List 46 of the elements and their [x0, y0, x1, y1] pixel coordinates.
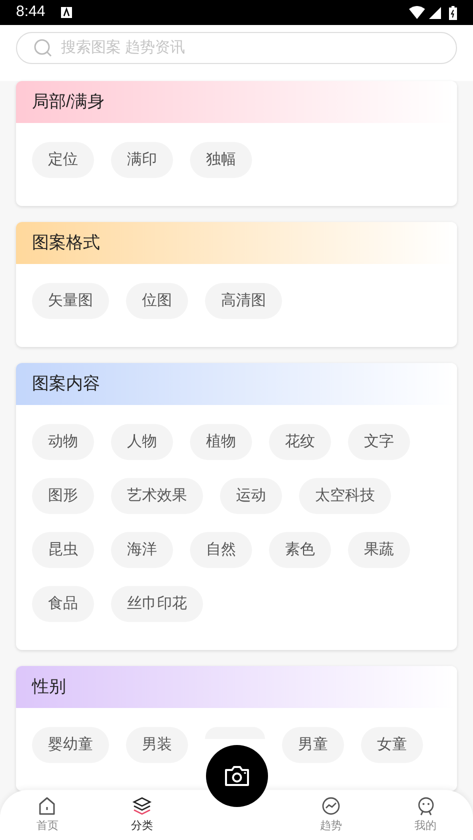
trend-icon	[320, 796, 341, 816]
category-chip[interactable]: 女童	[361, 727, 423, 763]
layers-icon	[132, 796, 152, 816]
category-chip[interactable]: 艺术效果	[111, 478, 203, 514]
category-chip[interactable]: 丝巾印花	[111, 586, 203, 622]
nav-tab[interactable]: 首页	[0, 796, 95, 834]
category-chip[interactable]: 果蔬	[348, 532, 410, 568]
category-chip[interactable]: 图形	[32, 478, 94, 514]
category-chip[interactable]: 高清图	[205, 283, 282, 319]
camera-icon	[224, 765, 250, 787]
category-chip[interactable]: 运动	[220, 478, 282, 514]
category-chip[interactable]: 满印	[111, 142, 173, 178]
search-icon	[33, 38, 53, 58]
category-chip[interactable]: 食品	[32, 586, 94, 622]
category-chip[interactable]: 矢量图	[32, 283, 109, 319]
notification-icon	[61, 7, 72, 18]
home-icon	[37, 796, 58, 816]
category-chip[interactable]: 男童	[282, 727, 344, 763]
category-chip[interactable]: 位图	[126, 283, 188, 319]
category-chip[interactable]: 自然	[190, 532, 252, 568]
battery-icon	[449, 6, 457, 20]
category-chip[interactable]: 男装	[126, 727, 188, 763]
status-time: 8:44	[16, 2, 46, 22]
category-chip[interactable]: 植物	[190, 424, 252, 460]
nav-tab[interactable]: 我的	[378, 796, 473, 834]
category-chip[interactable]: 花纹	[269, 424, 331, 460]
section-title: 性别	[32, 676, 66, 698]
nav-tab[interactable]: 趋势	[284, 796, 378, 834]
nav-tab[interactable]: 分类	[94, 796, 190, 834]
signal-icon	[429, 6, 441, 18]
category-chip[interactable]: 昆虫	[32, 532, 94, 568]
wifi-icon	[409, 6, 425, 19]
category-chip[interactable]: 太空科技	[299, 478, 391, 514]
category-chip[interactable]: 定位	[32, 142, 94, 178]
section-title: 局部/满身	[32, 91, 105, 114]
face-icon	[416, 796, 436, 816]
category-chip[interactable]: 独幅	[190, 142, 252, 178]
category-chip[interactable]: 海洋	[111, 532, 173, 568]
category-chip[interactable]: 素色	[269, 532, 331, 568]
section-title: 图案内容	[32, 373, 100, 396]
category-chip[interactable]: 动物	[32, 424, 94, 460]
section-title: 图案格式	[32, 232, 100, 254]
category-chip[interactable]: 人物	[111, 424, 173, 460]
search-bar[interactable]: 搜索图案 趋势资讯	[16, 32, 457, 64]
category-chip[interactable]: 文字	[348, 424, 410, 460]
category-chip[interactable]: 婴幼童	[32, 727, 109, 763]
